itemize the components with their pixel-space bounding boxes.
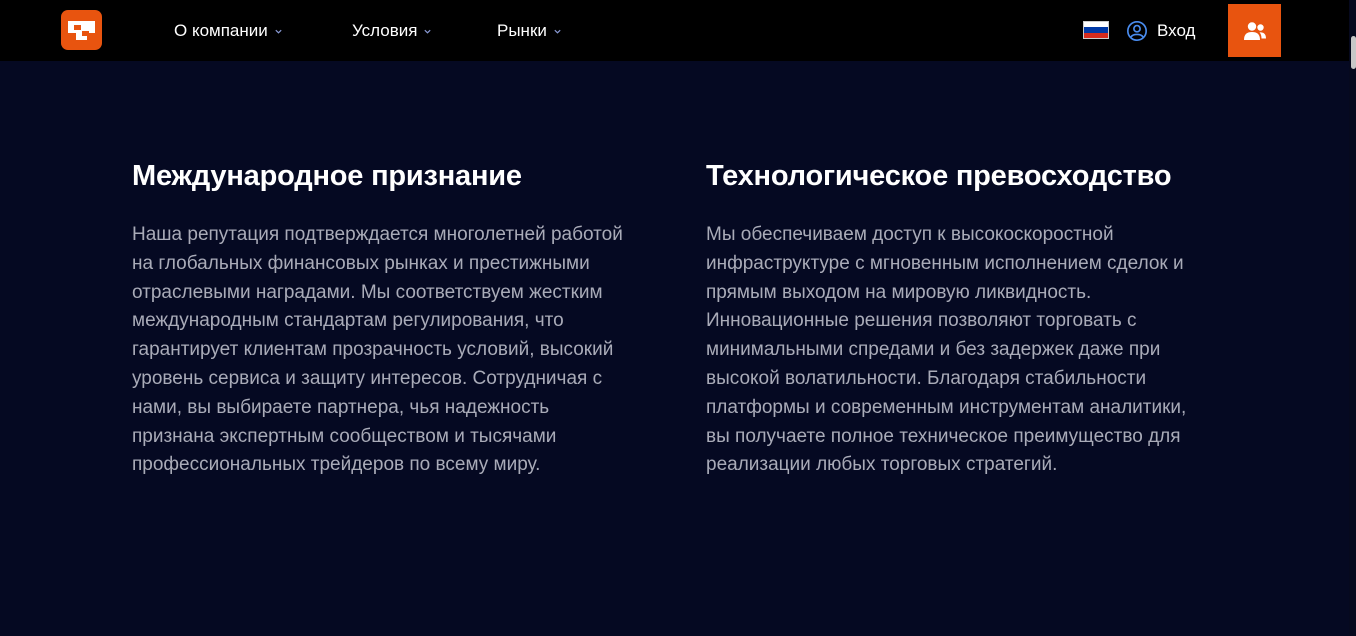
nav-item-markets[interactable]: Рынки	[497, 19, 562, 43]
section-international-recognition: Международное признание Наша репутация п…	[132, 158, 632, 480]
register-button[interactable]	[1228, 4, 1281, 57]
users-icon	[1243, 21, 1266, 40]
nav-item-label: Условия	[352, 21, 418, 40]
nav-item-label: Рынки	[497, 21, 547, 40]
section-title: Международное признание	[132, 160, 522, 192]
nav-item-about-company[interactable]: О компании	[174, 19, 283, 43]
brand-logo-icon[interactable]	[61, 10, 102, 50]
chevron-down-icon	[275, 29, 282, 34]
nav-item-conditions[interactable]: Условия	[352, 19, 432, 43]
russia-flag-icon[interactable]	[1083, 21, 1109, 39]
page-scrollbar[interactable]	[1349, 0, 1356, 636]
scrollbar-thumb[interactable]	[1351, 36, 1356, 69]
section-text: Наша репутация подтверждается многолетне…	[132, 224, 623, 476]
chevron-down-icon	[554, 29, 561, 34]
nav-item-label: О компании	[174, 21, 268, 40]
section-technological-excellence: Технологическое превосходство Мы обеспеч…	[706, 158, 1206, 480]
user-circle-icon	[1127, 21, 1147, 41]
section-title: Технологическое превосходство	[706, 160, 1172, 192]
chevron-down-icon	[424, 29, 432, 34]
login-label: Вход	[1157, 21, 1196, 40]
section-text: Мы обеспечиваем доступ к высокоскоростно…	[706, 224, 1187, 476]
top-navigation-bar: О компании Условия Рынки Вход	[0, 0, 1349, 61]
login-button[interactable]: Вход	[1126, 19, 1195, 43]
